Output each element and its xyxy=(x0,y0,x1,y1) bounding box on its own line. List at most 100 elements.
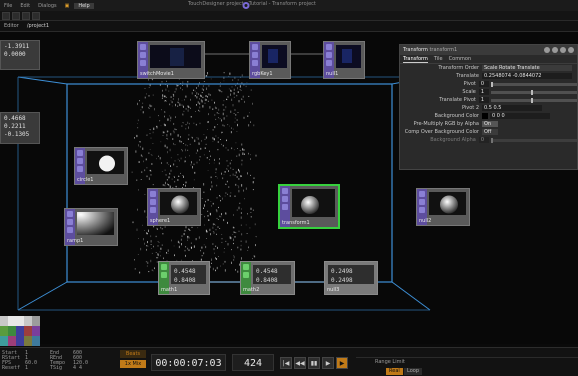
node-circle1[interactable]: circle1 xyxy=(74,147,128,185)
node-label: ramp1 xyxy=(67,238,84,244)
rewind-button[interactable]: |◀ xyxy=(280,357,292,369)
noise-particle xyxy=(141,171,143,173)
menu-perform[interactable]: ▣ xyxy=(61,3,74,9)
network-path[interactable]: /project1 xyxy=(23,23,53,29)
color-swatch[interactable] xyxy=(16,326,24,336)
step-forward-button[interactable]: ▶ xyxy=(322,357,334,369)
noise-particle xyxy=(196,161,198,164)
color-swatch[interactable] xyxy=(16,336,24,346)
noise-particle xyxy=(174,128,176,131)
node-transform1[interactable]: transform1 xyxy=(279,185,339,228)
color-swatch[interactable] xyxy=(482,113,488,119)
noise-particle xyxy=(164,95,166,97)
param-toggle[interactable]: On xyxy=(482,121,498,127)
param-value[interactable]: Scale Rotate Translate xyxy=(482,65,572,71)
node-null2[interactable]: null2 xyxy=(416,188,470,226)
noise-particle xyxy=(247,213,248,215)
noise-particle xyxy=(168,164,170,166)
param-value[interactable]: 0.5 0.5 xyxy=(482,105,542,111)
param-slider[interactable] xyxy=(490,137,577,143)
param-value[interactable]: 0.2548074 -0.0844072 xyxy=(482,73,572,79)
color-swatch[interactable] xyxy=(0,326,8,336)
param-slider[interactable] xyxy=(490,81,577,87)
info-icon[interactable] xyxy=(552,47,558,53)
menu-edit[interactable]: Edit xyxy=(16,3,34,9)
noise-particle xyxy=(215,209,217,211)
help-icon[interactable] xyxy=(544,47,550,53)
toolbar-button-3[interactable] xyxy=(22,12,30,20)
noise-particle xyxy=(148,152,150,154)
beats-button[interactable]: Beats xyxy=(120,350,146,358)
param-toggle[interactable]: Off xyxy=(482,129,498,135)
toolbar-button-2[interactable] xyxy=(12,12,20,20)
pause-button[interactable]: ▮▮ xyxy=(308,357,320,369)
color-swatch[interactable] xyxy=(8,316,16,326)
color-swatch[interactable] xyxy=(0,336,8,346)
side-readout-mid[interactable]: 0.4668 0.2211 -0.1305 xyxy=(0,112,40,144)
param-value[interactable]: 1 xyxy=(478,97,489,103)
noise-particle xyxy=(185,246,187,248)
play-button[interactable]: ▶ xyxy=(336,357,348,369)
param-value[interactable]: 0 0 0 xyxy=(490,113,550,119)
color-swatch[interactable] xyxy=(32,336,40,346)
editor-tab[interactable]: Editor xyxy=(0,23,23,29)
node-null3[interactable]: 0.2498 0.2498 null3 xyxy=(324,261,378,295)
color-swatch[interactable] xyxy=(0,316,8,326)
node-null1[interactable]: null1 xyxy=(323,41,365,79)
rate-button[interactable]: 1x Mix xyxy=(120,360,146,368)
tab-tile[interactable]: Tile xyxy=(434,56,443,62)
node-label: null2 xyxy=(419,218,432,224)
menu-file[interactable]: File xyxy=(0,3,16,9)
noise-particle xyxy=(157,257,159,259)
node-math2[interactable]: 0.4548 0.8408 math2 xyxy=(240,261,295,295)
color-swatch[interactable] xyxy=(24,316,32,326)
color-swatch[interactable] xyxy=(16,316,24,326)
param-slider[interactable] xyxy=(490,89,577,95)
param-slider[interactable] xyxy=(490,97,577,103)
timeline-ruler[interactable] xyxy=(356,350,578,358)
param-row: Transform Order Scale Rotate Translate xyxy=(400,64,577,72)
noise-particle xyxy=(203,88,204,91)
node-math1[interactable]: 0.4548 0.8408 math1 xyxy=(158,261,210,295)
node-switchmovie1[interactable]: switchMovie1 xyxy=(137,41,205,79)
noise-particle xyxy=(223,174,225,176)
param-value[interactable]: 0 xyxy=(478,137,489,143)
noise-particle xyxy=(134,259,135,261)
noise-particle xyxy=(213,231,215,234)
close-icon[interactable] xyxy=(568,47,574,53)
param-label: Transform Order xyxy=(438,65,479,71)
color-swatch[interactable] xyxy=(32,326,40,336)
color-swatch[interactable] xyxy=(32,316,40,326)
color-swatch[interactable] xyxy=(24,336,32,346)
node-sphere1[interactable]: sphere1 xyxy=(147,188,201,226)
param-value[interactable]: 1 xyxy=(478,89,489,95)
tab-transform[interactable]: Transform xyxy=(403,56,428,63)
node-rgbkey1[interactable]: rgbKey1 xyxy=(249,41,291,79)
param-value[interactable]: 0 xyxy=(478,81,489,87)
gear-icon[interactable] xyxy=(560,47,566,53)
node-ramp1[interactable]: ramp1 xyxy=(64,208,118,246)
noise-particle xyxy=(199,106,201,109)
realtime-button[interactable]: Real xyxy=(386,368,403,375)
menu-help[interactable]: Help xyxy=(74,2,94,9)
noise-particle xyxy=(183,143,184,144)
frame-display[interactable]: 424 xyxy=(232,354,274,371)
toolbar-button-1[interactable] xyxy=(2,12,10,20)
step-back-button[interactable]: ◀◀ xyxy=(294,357,306,369)
viewer-content xyxy=(342,49,352,63)
toolbar-button-4[interactable] xyxy=(32,12,40,20)
tab-common[interactable]: Common xyxy=(449,56,472,62)
color-swatch[interactable] xyxy=(8,336,16,346)
color-swatch[interactable] xyxy=(24,326,32,336)
color-swatch[interactable] xyxy=(8,326,16,336)
menu-dialogs[interactable]: Dialogs xyxy=(34,3,61,9)
noise-particle xyxy=(139,141,141,143)
side-readout-top[interactable]: -1.3911 0.0000 xyxy=(0,40,40,70)
noise-particle xyxy=(216,258,217,260)
noise-particle xyxy=(240,240,242,242)
timecode-display[interactable]: 00:00:07:03 xyxy=(151,354,226,371)
noise-particle xyxy=(248,95,250,97)
noise-particle xyxy=(150,235,152,238)
noise-particle xyxy=(188,106,190,108)
loop-button[interactable]: Loop xyxy=(404,368,422,375)
